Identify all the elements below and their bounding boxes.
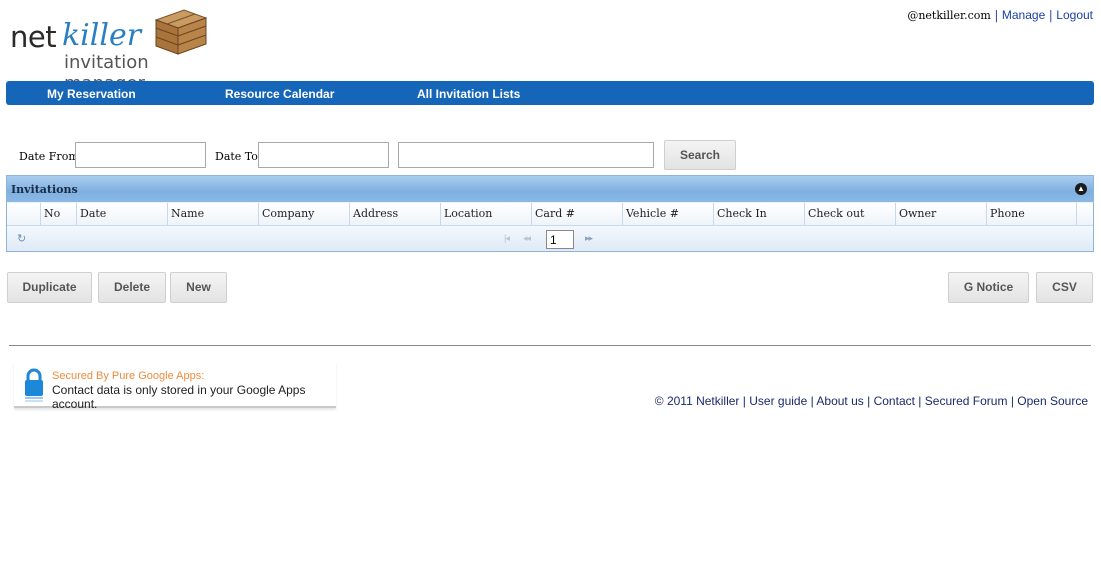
column-header[interactable]: Company xyxy=(259,203,350,225)
new-button[interactable]: New xyxy=(170,272,227,303)
g-notice-button[interactable]: G Notice xyxy=(948,272,1029,303)
logout-link[interactable]: Logout xyxy=(1056,8,1093,22)
column-header[interactable]: No xyxy=(41,203,77,225)
search-button[interactable]: Search xyxy=(664,140,736,170)
secured-badge: Secured By Pure Google Apps: Contact dat… xyxy=(14,362,336,411)
column-header[interactable]: Owner xyxy=(896,203,987,225)
prev-page-icon[interactable]: ◂◂ xyxy=(523,233,531,244)
logo-word-killer: killer xyxy=(62,18,142,53)
delete-button[interactable]: Delete xyxy=(98,272,166,303)
column-header[interactable]: Address xyxy=(350,203,441,225)
user-guide-link[interactable]: User guide xyxy=(749,394,807,408)
column-header[interactable]: Card # xyxy=(532,203,623,225)
nav-all-invitation-lists[interactable]: All Invitation Lists xyxy=(417,87,520,101)
manage-link[interactable]: Manage xyxy=(1002,8,1045,22)
logo[interactable]: net killer invitation manager xyxy=(10,6,225,94)
account-links: @netkiller.com | Manage | Logout xyxy=(907,8,1093,22)
grid-pager: ↻ |◂ ◂◂ 1 ▸▸ xyxy=(7,226,1093,251)
about-us-link[interactable]: About us xyxy=(816,394,863,408)
grid-title: Invitations xyxy=(11,183,78,196)
duplicate-button[interactable]: Duplicate xyxy=(7,272,92,303)
page-number-input[interactable]: 1 xyxy=(546,230,574,249)
footer-divider xyxy=(9,345,1091,346)
column-header-select[interactable] xyxy=(7,203,41,225)
secured-text: Contact data is only stored in your Goog… xyxy=(52,383,306,411)
date-from-input[interactable] xyxy=(75,142,206,168)
column-header[interactable]: Check out xyxy=(805,203,896,225)
column-header[interactable]: Check In xyxy=(714,203,805,225)
column-header[interactable]: Name xyxy=(168,203,259,225)
column-header[interactable]: Vehicle # xyxy=(623,203,714,225)
date-to-input[interactable] xyxy=(258,142,389,168)
keyword-input[interactable] xyxy=(398,142,654,168)
main-nav: My Reservation Resource Calendar All Inv… xyxy=(6,81,1094,105)
grid-header: No Date Name Company Address Location Ca… xyxy=(7,203,1093,226)
crate-icon xyxy=(154,9,208,55)
column-header[interactable]: Date xyxy=(77,203,168,225)
footer-links: © 2011 Netkiller | User guide | About us… xyxy=(654,394,1088,408)
lock-icon xyxy=(25,368,43,402)
grid-caption: Invitations ▲ xyxy=(7,176,1093,202)
logo-word-net: net xyxy=(10,20,57,54)
copyright: © 2011 Netkiller xyxy=(654,394,740,408)
refresh-icon[interactable]: ↻ xyxy=(17,232,26,245)
contact-link[interactable]: Contact xyxy=(874,394,915,408)
user-domain: @netkiller.com xyxy=(907,9,991,22)
open-source-link[interactable]: Open Source xyxy=(1017,394,1088,408)
nav-my-reservation[interactable]: My Reservation xyxy=(47,87,136,101)
next-page-icon[interactable]: ▸▸ xyxy=(585,233,593,244)
column-header[interactable]: Location xyxy=(441,203,532,225)
csv-button[interactable]: CSV xyxy=(1036,272,1093,303)
first-page-icon[interactable]: |◂ xyxy=(504,233,510,244)
invitations-grid: Invitations ▲ No Date Name Company Addre… xyxy=(6,175,1094,252)
nav-resource-calendar[interactable]: Resource Calendar xyxy=(225,87,334,101)
secured-title: Secured By Pure Google Apps: xyxy=(52,370,205,382)
collapse-icon[interactable]: ▲ xyxy=(1075,183,1087,195)
column-header[interactable]: Phone xyxy=(987,203,1077,225)
secured-forum-link[interactable]: Secured Forum xyxy=(925,394,1008,408)
